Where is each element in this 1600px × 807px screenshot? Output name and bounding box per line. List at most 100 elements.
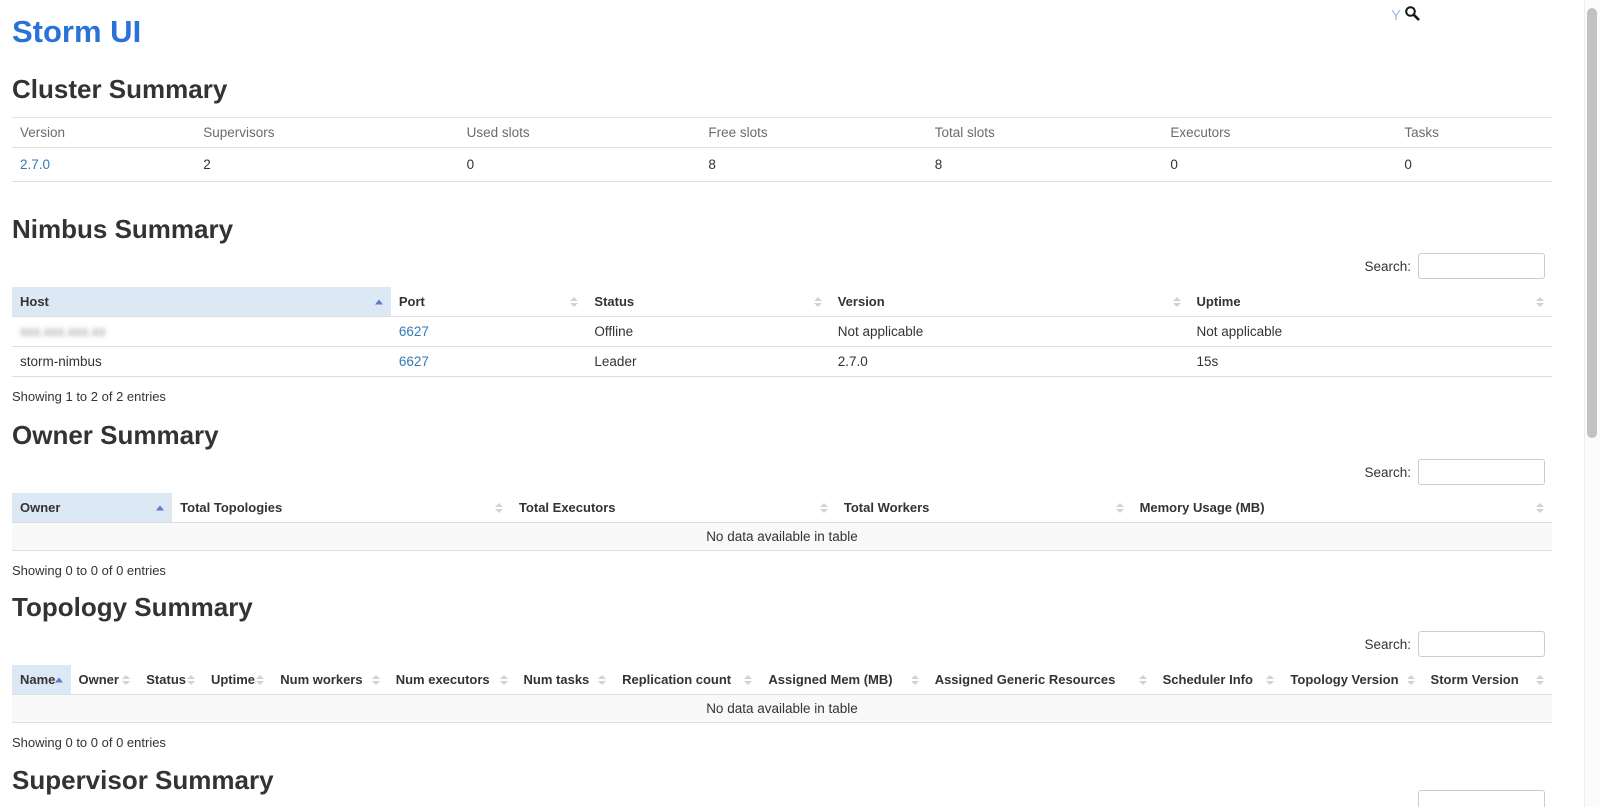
nimbus-version: 2.7.0 — [830, 347, 1189, 377]
sort-icon — [911, 675, 919, 685]
col-header-topo-owner[interactable]: Owner — [71, 665, 139, 695]
sort-icon — [820, 503, 828, 513]
sort-ascending-icon — [156, 505, 164, 510]
no-data-message: No data available in table — [12, 695, 1552, 723]
topbar-icons: Y — [1391, 5, 1420, 26]
col-header-name[interactable]: Name — [12, 665, 71, 695]
col-header-tasks: Tasks — [1396, 118, 1552, 148]
sort-icon — [598, 675, 606, 685]
total-slots-value: 8 — [927, 148, 1163, 182]
nimbus-port-link[interactable]: 6627 — [399, 324, 429, 339]
col-header-topo-uptime[interactable]: Uptime — [203, 665, 272, 695]
col-header-storm-version[interactable]: Storm Version — [1423, 665, 1552, 695]
col-header-owner[interactable]: Owner — [12, 493, 172, 523]
nimbus-uptime: 15s — [1189, 347, 1552, 377]
col-header-topology-version[interactable]: Topology Version — [1282, 665, 1422, 695]
col-header-nimbus-version[interactable]: Version — [830, 287, 1189, 317]
no-data-message: No data available in table — [12, 523, 1552, 551]
sort-icon — [814, 297, 822, 307]
supervisor-summary-heading: Supervisor Summary — [12, 765, 1552, 796]
table-row: storm-nimbus 6627 Leader 2.7.0 15s — [12, 347, 1552, 377]
nimbus-entries-info: Showing 1 to 2 of 2 entries — [12, 389, 1552, 404]
nimbus-status: Leader — [586, 347, 829, 377]
col-header-total-topologies[interactable]: Total Topologies — [172, 493, 511, 523]
sort-icon — [1116, 503, 1124, 513]
tasks-value: 0 — [1396, 148, 1552, 182]
sort-ascending-icon — [375, 299, 383, 304]
nimbus-version: Not applicable — [830, 317, 1189, 347]
sort-icon — [1266, 675, 1274, 685]
cluster-summary-table: Version Supervisors Used slots Free slot… — [12, 117, 1552, 182]
search-label: Search: — [1364, 637, 1411, 652]
col-header-num-executors[interactable]: Num executors — [388, 665, 516, 695]
sort-icon — [1536, 675, 1544, 685]
sort-icon — [500, 675, 508, 685]
sort-icon — [256, 675, 264, 685]
version-link[interactable]: 2.7.0 — [20, 157, 50, 172]
col-header-free-slots: Free slots — [700, 118, 926, 148]
col-header-replication-count[interactable]: Replication count — [614, 665, 760, 695]
owner-search-bar: Search: — [12, 459, 1552, 485]
topology-search-input[interactable] — [1418, 631, 1545, 657]
sort-icon — [570, 297, 578, 307]
cluster-summary-heading: Cluster Summary — [12, 74, 1552, 105]
page-title[interactable]: Storm UI — [12, 0, 1552, 50]
sort-icon — [744, 675, 752, 685]
col-header-memory-usage[interactable]: Memory Usage (MB) — [1132, 493, 1552, 523]
col-header-scheduler-info[interactable]: Scheduler Info — [1155, 665, 1283, 695]
sort-icon — [1536, 297, 1544, 307]
col-header-used-slots: Used slots — [459, 118, 701, 148]
sort-icon — [1407, 675, 1415, 685]
nimbus-search-input[interactable] — [1418, 253, 1545, 279]
nimbus-summary-table: Host Port Status Version — [12, 287, 1552, 377]
sort-icon — [372, 675, 380, 685]
topology-search-bar: Search: — [12, 631, 1552, 657]
owner-entries-info: Showing 0 to 0 of 0 entries — [12, 563, 1552, 578]
col-header-total-workers[interactable]: Total Workers — [836, 493, 1132, 523]
search-label: Search: — [1364, 259, 1411, 274]
supervisor-search-input[interactable] — [1418, 790, 1545, 807]
topology-entries-info: Showing 0 to 0 of 0 entries — [12, 735, 1552, 750]
scrollbar-track[interactable] — [1584, 0, 1600, 807]
nimbus-status: Offline — [586, 317, 829, 347]
col-header-assigned-generic-resources[interactable]: Assigned Generic Resources — [927, 665, 1155, 695]
col-header-host[interactable]: Host — [12, 287, 391, 317]
col-header-assigned-mem[interactable]: Assigned Mem (MB) — [760, 665, 926, 695]
table-row: 2.7.0 2 0 8 8 0 0 — [12, 148, 1552, 182]
col-header-executors: Executors — [1162, 118, 1396, 148]
scrollbar-thumb[interactable] — [1587, 8, 1597, 438]
empty-table-row: No data available in table — [12, 523, 1552, 551]
sort-ascending-icon — [55, 677, 63, 682]
topology-summary-heading: Topology Summary — [12, 592, 1552, 623]
search-label: Search: — [1364, 465, 1411, 480]
sort-icon — [495, 503, 503, 513]
nimbus-host-redacted: xxx.xxx.xxx.xx — [20, 324, 106, 339]
empty-table-row: No data available in table — [12, 695, 1552, 723]
owner-search-input[interactable] — [1418, 459, 1545, 485]
used-slots-value: 0 — [459, 148, 701, 182]
sort-icon — [187, 675, 195, 685]
col-header-total-executors[interactable]: Total Executors — [511, 493, 836, 523]
sort-icon — [1173, 297, 1181, 307]
owner-summary-table: Owner Total Topologies Total Executors T… — [12, 493, 1552, 551]
col-header-num-tasks[interactable]: Num tasks — [516, 665, 615, 695]
topology-summary-table: Name Owner Status Uptime — [12, 665, 1552, 723]
nimbus-port-link[interactable]: 6627 — [399, 354, 429, 369]
nimbus-host: storm-nimbus — [12, 347, 391, 377]
col-header-version: Version — [12, 118, 195, 148]
col-header-status[interactable]: Status — [586, 287, 829, 317]
free-slots-value: 8 — [700, 148, 926, 182]
supervisors-value: 2 — [195, 148, 458, 182]
nimbus-uptime: Not applicable — [1189, 317, 1552, 347]
col-header-num-workers[interactable]: Num workers — [272, 665, 387, 695]
owner-summary-heading: Owner Summary — [12, 420, 1552, 451]
search-icon[interactable] — [1404, 5, 1420, 26]
col-header-topo-status[interactable]: Status — [138, 665, 203, 695]
filter-glyph-icon: Y — [1391, 8, 1401, 23]
table-row: xxx.xxx.xxx.xx 6627 Offline Not applicab… — [12, 317, 1552, 347]
nimbus-summary-heading: Nimbus Summary — [12, 214, 1552, 245]
col-header-port[interactable]: Port — [391, 287, 587, 317]
col-header-total-slots: Total slots — [927, 118, 1163, 148]
sort-icon — [1139, 675, 1147, 685]
col-header-uptime[interactable]: Uptime — [1189, 287, 1552, 317]
